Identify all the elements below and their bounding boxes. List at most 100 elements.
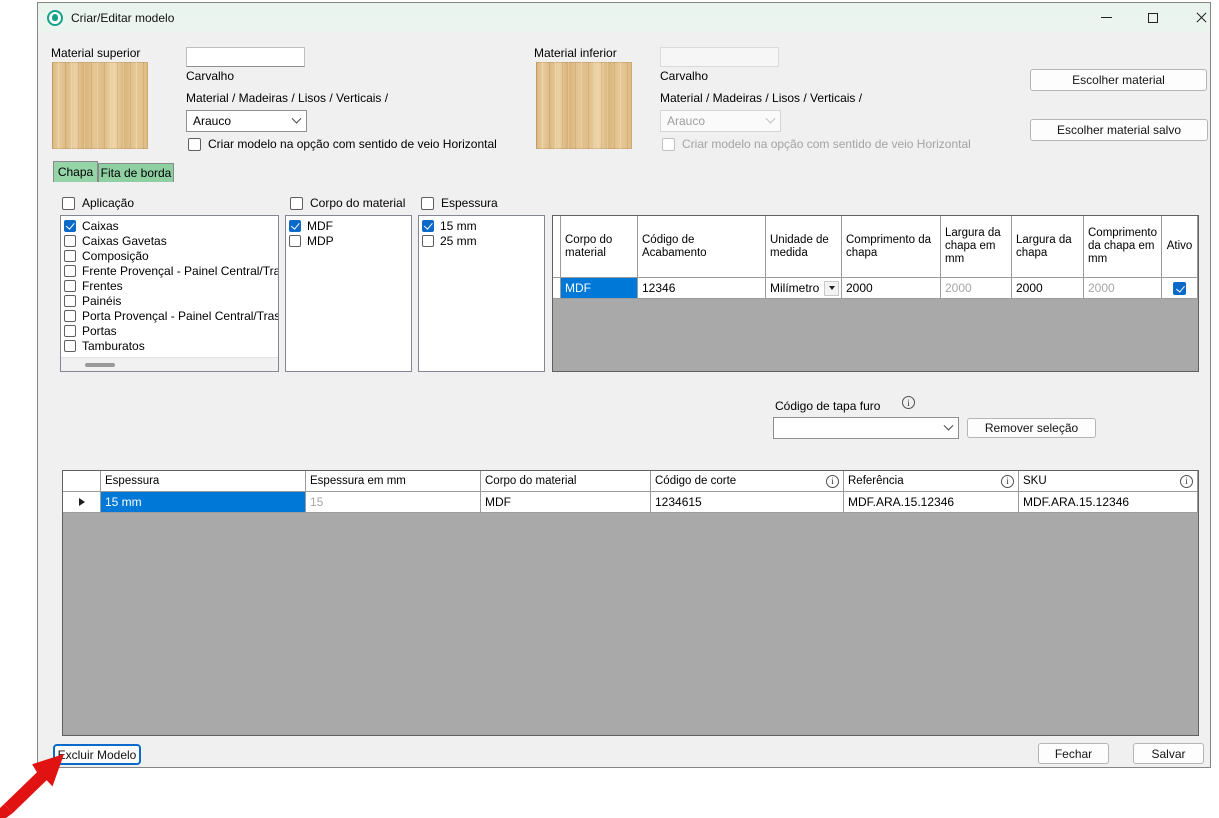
espessura-group-label: Espessura bbox=[441, 196, 498, 210]
combo-dropdown-button[interactable] bbox=[824, 281, 839, 296]
col-header[interactable]: Espessura bbox=[101, 471, 306, 492]
list-item[interactable]: 25 mm bbox=[422, 233, 544, 248]
table-row: 15 mm 15 MDF 1234615 MDF.ARA.15.12346 MD… bbox=[63, 492, 1198, 513]
info-icon[interactable] bbox=[826, 475, 839, 488]
cell-largura[interactable]: 2000 bbox=[1012, 278, 1084, 299]
remove-selection-button[interactable]: Remover seleção bbox=[967, 418, 1096, 438]
info-icon[interactable] bbox=[902, 396, 915, 409]
item-label: Caixas bbox=[82, 219, 119, 233]
col-header[interactable]: Código de corte bbox=[651, 471, 844, 492]
cell-codigo-corte[interactable]: 1234615 bbox=[651, 492, 844, 513]
app-icon bbox=[47, 10, 63, 26]
choose-material-button[interactable]: Escolher material bbox=[1030, 69, 1207, 91]
info-icon[interactable] bbox=[1001, 475, 1014, 488]
material-superior-name-input[interactable] bbox=[186, 47, 305, 67]
col-header[interactable]: Unidade de medida bbox=[766, 216, 842, 278]
info-icon[interactable] bbox=[1180, 475, 1193, 488]
espessura-group-row: Espessura bbox=[421, 196, 498, 210]
chapa-table: Corpo do material Código de Acabamento U… bbox=[552, 215, 1199, 372]
cell-espessura[interactable]: 15 mm bbox=[101, 492, 306, 513]
item-checkbox[interactable] bbox=[289, 220, 301, 232]
col-header[interactable]: Corpo do material bbox=[561, 216, 638, 278]
material-inferior-brand-value: Arauco bbox=[667, 114, 705, 128]
tab-fita-de-borda[interactable]: Fita de borda bbox=[98, 163, 174, 182]
cell-unidade-combo[interactable]: Milímetro bbox=[766, 278, 842, 299]
col-header[interactable]: SKU bbox=[1019, 471, 1198, 492]
row-header-cell[interactable] bbox=[553, 278, 561, 299]
col-header[interactable]: Ativo bbox=[1162, 216, 1198, 278]
horizontal-scrollbar[interactable] bbox=[61, 357, 278, 371]
list-item[interactable]: Composição bbox=[64, 248, 278, 263]
item-checkbox[interactable] bbox=[64, 340, 76, 352]
list-item[interactable]: Caixas Gavetas bbox=[64, 233, 278, 248]
item-checkbox[interactable] bbox=[64, 265, 76, 277]
item-label: Caixas Gavetas bbox=[82, 234, 167, 248]
aplicacao-select-all-checkbox[interactable] bbox=[62, 197, 75, 210]
list-item[interactable]: Frentes bbox=[64, 278, 278, 293]
cell-corpo[interactable]: MDF bbox=[481, 492, 651, 513]
maximize-icon bbox=[1148, 13, 1158, 23]
col-header[interactable]: Comprimento da chapa bbox=[842, 216, 941, 278]
col-header[interactable]: Comprimento da chapa em mm bbox=[1084, 216, 1162, 278]
ativo-checkbox[interactable] bbox=[1173, 282, 1186, 295]
list-item[interactable]: Caixas bbox=[64, 218, 278, 233]
cell-sku[interactable]: MDF.ARA.15.12346 bbox=[1019, 492, 1198, 513]
list-item[interactable]: 15 mm bbox=[422, 218, 544, 233]
item-label: Frentes bbox=[82, 279, 123, 293]
cell-corpo[interactable]: MDF bbox=[561, 278, 638, 299]
material-superior-swatch[interactable] bbox=[52, 62, 148, 149]
col-header[interactable]: Espessura em mm bbox=[306, 471, 481, 492]
item-checkbox[interactable] bbox=[64, 295, 76, 307]
col-header[interactable]: Código de Acabamento bbox=[638, 216, 766, 278]
col-header[interactable]: Largura da chapa bbox=[1012, 216, 1084, 278]
list-item[interactable]: Frente Provençal - Painel Central/Trasei… bbox=[64, 263, 278, 278]
item-checkbox[interactable] bbox=[289, 235, 301, 247]
material-inferior-breadcrumb: Material / Madeiras / Lisos / Verticais … bbox=[660, 91, 862, 105]
item-checkbox[interactable] bbox=[64, 325, 76, 337]
aplicacao-list: Caixas Caixas Gavetas Composição Frente … bbox=[60, 215, 279, 372]
espessura-select-all-checkbox[interactable] bbox=[421, 197, 434, 210]
list-item[interactable]: Painéis bbox=[64, 293, 278, 308]
minimize-button[interactable] bbox=[1089, 6, 1123, 29]
cell-referencia[interactable]: MDF.ARA.15.12346 bbox=[844, 492, 1019, 513]
col-header[interactable]: Largura da chapa em mm bbox=[941, 216, 1012, 278]
list-item[interactable]: Tamburatos bbox=[64, 338, 278, 353]
col-header-label: Referência bbox=[848, 475, 904, 488]
close-button[interactable] bbox=[1184, 6, 1218, 29]
material-inferior-swatch[interactable] bbox=[536, 62, 632, 149]
close-dialog-button[interactable]: Fechar bbox=[1038, 743, 1109, 764]
list-item[interactable]: MDF bbox=[289, 218, 411, 233]
cell-codigo-acabamento[interactable]: 12346 bbox=[638, 278, 766, 299]
item-checkbox[interactable] bbox=[64, 250, 76, 262]
col-header[interactable]: Referência bbox=[844, 471, 1019, 492]
veio-horizontal-superior-checkbox[interactable] bbox=[188, 138, 201, 151]
choose-saved-material-button[interactable]: Escolher material salvo bbox=[1030, 119, 1208, 141]
item-checkbox[interactable] bbox=[64, 220, 76, 232]
material-superior-brand-select[interactable]: Arauco bbox=[186, 110, 307, 132]
item-checkbox[interactable] bbox=[64, 235, 76, 247]
list-item[interactable]: Porta Provençal - Painel Central/Traseir… bbox=[64, 308, 278, 323]
corpo-select-all-checkbox[interactable] bbox=[290, 197, 303, 210]
scrollbar-thumb[interactable] bbox=[85, 363, 115, 367]
item-checkbox[interactable] bbox=[64, 310, 76, 322]
current-row-indicator[interactable] bbox=[63, 492, 101, 513]
list-item[interactable]: MDP bbox=[289, 233, 411, 248]
close-icon bbox=[1196, 12, 1207, 23]
list-item[interactable]: Portas bbox=[64, 323, 278, 338]
window-title: Criar/Editar modelo bbox=[71, 11, 174, 25]
col-header[interactable]: Corpo do material bbox=[481, 471, 651, 492]
corpo-group-label: Corpo do material bbox=[310, 196, 405, 210]
item-checkbox[interactable] bbox=[64, 280, 76, 292]
tapa-furo-select[interactable] bbox=[773, 417, 959, 439]
save-button[interactable]: Salvar bbox=[1133, 743, 1204, 764]
maximize-button[interactable] bbox=[1136, 6, 1170, 29]
tab-chapa[interactable]: Chapa bbox=[53, 161, 98, 182]
col-header-label: SKU bbox=[1023, 475, 1047, 488]
item-label: Porta Provençal - Painel Central/Traseir… bbox=[82, 309, 278, 323]
item-checkbox[interactable] bbox=[422, 220, 434, 232]
cell-ativo bbox=[1162, 278, 1198, 299]
cell-comprimento[interactable]: 2000 bbox=[842, 278, 941, 299]
item-checkbox[interactable] bbox=[422, 235, 434, 247]
tapa-furo-label: Código de tapa furo bbox=[775, 399, 880, 413]
aplicacao-group-row: Aplicação bbox=[62, 196, 134, 210]
